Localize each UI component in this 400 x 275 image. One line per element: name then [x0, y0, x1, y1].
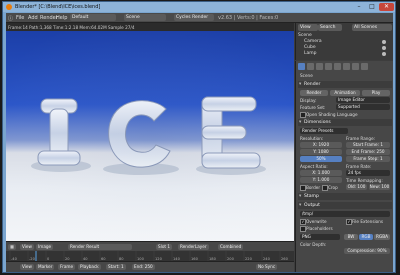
- end-frame-field[interactable]: End Frame: 250: [346, 149, 390, 155]
- slot-selector[interactable]: Slot 1: [156, 243, 173, 250]
- feature-set-label: Feature Set:: [300, 105, 326, 110]
- animation-button[interactable]: Animation: [330, 90, 360, 96]
- play-button[interactable]: Play: [362, 90, 390, 96]
- visibility-eye-icon[interactable]: [382, 52, 386, 56]
- timeline-view-menu[interactable]: View: [20, 263, 34, 270]
- info-header: ⓘ File Add Render Help Default Scene Cyc…: [6, 13, 393, 23]
- time-remap-new-field[interactable]: New: 100: [369, 184, 390, 190]
- aspect-ratio-label: Aspect Ratio:: [300, 164, 328, 169]
- placeholders-label: Placeholders: [306, 226, 333, 231]
- render-layer-selector[interactable]: RenderLayer: [178, 243, 209, 250]
- blender-logo-icon: [6, 4, 12, 10]
- blender-app: ⓘ File Add Render Help Default Scene Cyc…: [6, 13, 393, 272]
- timeline-frame-menu[interactable]: Frame: [58, 263, 76, 270]
- timeline-marker-menu[interactable]: Marker: [36, 263, 55, 270]
- sync-mode-selector[interactable]: No Sync: [256, 263, 278, 270]
- outliner-row-lamp[interactable]: Lamp: [304, 51, 317, 57]
- timeline-playback-menu[interactable]: Playback: [78, 263, 101, 270]
- color-mode-rgb[interactable]: RGB: [359, 234, 373, 240]
- timeline-ruler[interactable]: -40 -20 0 20 40 60 80 100 120 140 160 180 200 220 240 2…: [6, 251, 294, 261]
- dimensions-section-header[interactable]: Dimensions: [298, 119, 392, 126]
- render-section-header[interactable]: Render: [298, 81, 392, 88]
- timeline-ticks: -40 -20 0 20 40 60 80 100 120 140 160 180 200 220 240 2…: [9, 251, 289, 261]
- layout-selector[interactable]: Default: [70, 14, 116, 21]
- texture-tab-icon[interactable]: [361, 63, 368, 70]
- maximize-button[interactable]: □: [366, 3, 378, 11]
- properties-panel: Scene Render Render Animation Play Displ…: [295, 61, 393, 272]
- object-tab-icon[interactable]: [334, 63, 341, 70]
- display-selector[interactable]: Image Editor: [336, 97, 390, 103]
- output-path-field[interactable]: /tmp/: [300, 211, 390, 217]
- outliner-panel: View Search All Scenes Scene Camera Cube…: [295, 23, 393, 60]
- scene-selector[interactable]: Scene: [124, 14, 166, 21]
- window-titlebar: Blender* [C:\Blend\ICE\ices.blend] – □ ✕: [3, 2, 395, 12]
- time-remap-old-field[interactable]: Old: 100: [346, 184, 367, 190]
- image-view-menu[interactable]: View: [20, 243, 34, 250]
- time-remap-label: Time Remapping:: [346, 178, 383, 183]
- menu-file[interactable]: File: [16, 15, 24, 21]
- breadcrumb: Scene: [300, 73, 313, 78]
- crop-label: Crop: [328, 185, 338, 190]
- window-title: Blender* [C:\Blend\ICE\ices.blend]: [15, 4, 101, 10]
- display-label: Display:: [300, 98, 317, 103]
- outliner-display-mode[interactable]: All Scenes: [352, 24, 392, 31]
- output-section-header[interactable]: Output: [298, 202, 392, 209]
- resolution-percent-slider[interactable]: 50%: [300, 156, 342, 162]
- application-window: Blender* [C:\Blend\ICE\ices.blend] – □ ✕…: [2, 1, 396, 273]
- render-presets-selector[interactable]: Render Presets: [300, 128, 348, 134]
- image-image-menu[interactable]: Image: [36, 243, 54, 250]
- pass-selector[interactable]: Combined: [218, 243, 244, 250]
- file-extensions-label: File Extensions: [352, 219, 384, 224]
- close-button[interactable]: ✕: [379, 3, 394, 11]
- modifier-tab-icon[interactable]: [343, 63, 350, 70]
- visibility-eye-icon[interactable]: [382, 46, 386, 50]
- render-button[interactable]: Render: [300, 90, 328, 96]
- scene-tab-icon[interactable]: [316, 63, 323, 70]
- image-editor-header: ▦ View Image Render Result Slot 1 Render…: [6, 241, 294, 251]
- frame-range-label: Frame Range:: [346, 136, 376, 141]
- scene-stats: v2.63 | Verts:0 | Faces:0: [218, 15, 279, 21]
- frame-rate-label: Frame Rate:: [346, 164, 372, 169]
- render-engine-selector[interactable]: Cycles Render: [174, 14, 214, 21]
- menu-add[interactable]: Add: [28, 15, 38, 21]
- render-result-selector[interactable]: Render Result: [68, 243, 132, 250]
- resolution-x-field[interactable]: X: 1920: [300, 142, 342, 148]
- outliner-view-menu[interactable]: View: [298, 24, 318, 31]
- color-mode-bw[interactable]: BW: [344, 234, 358, 240]
- color-depth-label: Color Depth:: [300, 242, 327, 247]
- fps-selector[interactable]: 24 fps: [346, 170, 390, 176]
- layers-tab-icon[interactable]: [307, 63, 314, 70]
- overwrite-label: Overwrite: [306, 219, 327, 224]
- compression-slider[interactable]: Compression: 90%: [344, 248, 390, 254]
- resolution-label: Resolution:: [300, 136, 324, 141]
- visibility-eye-icon[interactable]: [382, 40, 386, 44]
- stamp-section-header[interactable]: Stamp: [298, 193, 392, 200]
- color-mode-rgba[interactable]: RGBA: [374, 234, 390, 240]
- timeline-header: View Marker Frame Playback Start: 1 End:…: [6, 261, 294, 272]
- start-frame-field[interactable]: Start Frame: 1: [346, 142, 390, 148]
- minimize-button[interactable]: –: [353, 3, 365, 11]
- outliner-search-menu[interactable]: Search: [318, 24, 342, 31]
- end-frame-field[interactable]: End: 250: [132, 263, 155, 270]
- editor-type-icon[interactable]: ▦: [8, 243, 16, 250]
- world-tab-icon[interactable]: [325, 63, 332, 70]
- ice-render-graphic: [6, 31, 294, 241]
- aspect-y-field[interactable]: Y: 1.000: [300, 177, 342, 183]
- start-frame-field[interactable]: Start: 1: [106, 263, 126, 270]
- render-result-image: [6, 31, 294, 241]
- render-status-text: Frame:14 Path:1,368 Time:1:2.18 Mem:64.0…: [8, 24, 135, 30]
- frame-step-field[interactable]: Frame Step: 1: [346, 156, 390, 162]
- file-format-selector[interactable]: PNG: [300, 234, 340, 240]
- render-tab-icon[interactable]: [298, 63, 305, 70]
- osl-label: Open Shading Language: [306, 112, 358, 117]
- material-tab-icon[interactable]: [352, 63, 359, 70]
- border-label: Border: [306, 185, 321, 190]
- feature-set-selector[interactable]: Supported: [336, 104, 390, 110]
- desktop-frame: Blender* [C:\Blend\ICE\ices.blend] – □ ✕…: [0, 0, 400, 275]
- menu-help[interactable]: Help: [56, 15, 67, 21]
- aspect-x-field[interactable]: X: 1.000: [300, 170, 342, 176]
- info-editor-icon[interactable]: ⓘ: [8, 15, 13, 22]
- resolution-y-field[interactable]: Y: 1080: [300, 149, 342, 155]
- render-info-strip: Frame:14 Path:1,368 Time:1:2.18 Mem:64.0…: [6, 23, 294, 31]
